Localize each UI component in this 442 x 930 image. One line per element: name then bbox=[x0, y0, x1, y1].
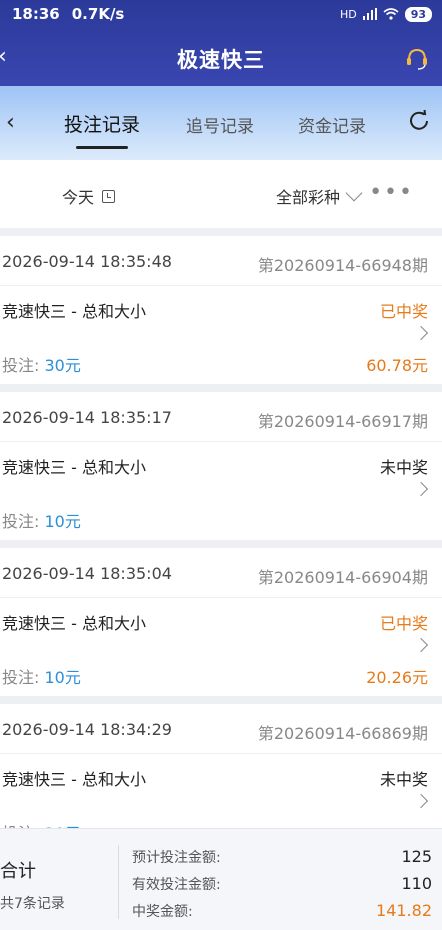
bet-record-header: 2026-09-14 18:35:48 第20260914-66948期 bbox=[0, 236, 442, 286]
bet-amount-label: 投注: bbox=[2, 356, 40, 375]
bet-record-header: 2026-09-14 18:35:04 第20260914-66904期 bbox=[0, 548, 442, 598]
summary-effective-row: 有效投注金额: 110 bbox=[132, 874, 432, 894]
effective-label: 有效投注金额: bbox=[132, 877, 221, 893]
bet-time: 2026-09-14 18:35:17 bbox=[2, 408, 172, 427]
bet-period: 第20260914-66917期 bbox=[257, 412, 428, 431]
summary-footer: 合计 共7条记录 预计投注金额: 125 有效投注金额: 110 中奖金额: 1… bbox=[0, 828, 442, 930]
bet-amount-line: 投注: 10元 bbox=[2, 664, 81, 688]
bet-amount-line: 投注: 10元 bbox=[2, 508, 81, 532]
refresh-icon[interactable] bbox=[406, 108, 432, 134]
bet-record[interactable]: 2026-09-14 18:35:48 第20260914-66948期 竞速快… bbox=[0, 236, 442, 384]
bet-record-header: 2026-09-14 18:34:29 第20260914-66869期 bbox=[0, 704, 442, 754]
bet-game-name: 竞速快三 - 总和大小 bbox=[2, 458, 146, 477]
filter-bar: 今天 全部彩种 ••• bbox=[0, 160, 442, 228]
chevron-right-icon bbox=[413, 793, 429, 809]
expected-value: 125 bbox=[401, 847, 432, 866]
signal-bars-icon bbox=[362, 8, 377, 20]
bet-status: 已中奖 bbox=[379, 614, 428, 633]
bet-game-name: 竞速快三 - 总和大小 bbox=[2, 770, 146, 789]
bet-amount-label: 投注: bbox=[2, 512, 40, 531]
bet-game-name: 竞速快三 - 总和大小 bbox=[2, 302, 146, 321]
bet-amount: 30元 bbox=[44, 356, 81, 375]
bet-prize: 60.78元 bbox=[366, 356, 428, 375]
bet-status: 已中奖 bbox=[379, 302, 428, 321]
active-tab-indicator bbox=[76, 146, 128, 149]
lottery-filter-label: 全部彩种 bbox=[276, 188, 341, 207]
summary-title: 合计 bbox=[0, 861, 36, 882]
summary-count: 共7条记录 bbox=[0, 896, 65, 912]
bet-status: 未中奖 bbox=[379, 458, 428, 477]
prize-label: 中奖金额: bbox=[132, 904, 193, 920]
bet-amount-line: 投注: 30元 bbox=[2, 352, 81, 376]
wifi-icon bbox=[383, 8, 399, 20]
bet-period: 第20260914-66948期 bbox=[257, 256, 428, 275]
bet-status: 未中奖 bbox=[379, 770, 428, 789]
tab-bet-records[interactable]: 投注记录 bbox=[64, 110, 140, 137]
more-icon[interactable]: ••• bbox=[369, 180, 414, 205]
status-bar: 18:36 0.7K/s HD 93 bbox=[12, 4, 432, 24]
record-tabs: ‹ 投注记录 追号记录 资金记录 bbox=[0, 86, 442, 160]
summary-divider bbox=[118, 845, 119, 919]
chevron-down-icon bbox=[345, 184, 363, 202]
status-time: 18:36 bbox=[12, 5, 60, 23]
bet-prize: 20.26元 bbox=[366, 668, 428, 687]
bet-period: 第20260914-66904期 bbox=[257, 568, 428, 587]
bet-time: 2026-09-14 18:34:29 bbox=[2, 720, 172, 739]
tab-fund-records[interactable]: 资金记录 bbox=[298, 112, 366, 137]
chevron-right-icon bbox=[413, 481, 429, 497]
bet-time: 2026-09-14 18:35:48 bbox=[2, 252, 172, 271]
bet-record[interactable]: 2026-09-14 18:35:17 第20260914-66917期 竞速快… bbox=[0, 392, 442, 540]
lottery-filter[interactable]: 全部彩种 bbox=[276, 184, 363, 208]
top-header: 18:36 0.7K/s HD 93 ‹ 极速快三 bbox=[0, 0, 442, 86]
tab-chase-records[interactable]: 追号记录 bbox=[186, 112, 254, 137]
bet-amount: 10元 bbox=[44, 668, 81, 687]
date-filter[interactable]: 今天 bbox=[62, 184, 116, 208]
battery-icon: 93 bbox=[404, 6, 432, 22]
bet-time: 2026-09-14 18:35:04 bbox=[2, 564, 172, 583]
bet-record-header: 2026-09-14 18:35:17 第20260914-66917期 bbox=[0, 392, 442, 442]
page-title: 极速快三 bbox=[177, 48, 265, 72]
bet-record[interactable]: 2026-09-14 18:35:04 第20260914-66904期 竞速快… bbox=[0, 548, 442, 696]
bet-game-name: 竞速快三 - 总和大小 bbox=[2, 614, 146, 633]
bet-period: 第20260914-66869期 bbox=[257, 724, 428, 743]
effective-value: 110 bbox=[401, 874, 432, 893]
chevron-right-icon bbox=[413, 325, 429, 341]
chevron-right-icon bbox=[413, 637, 429, 653]
customer-service-icon[interactable] bbox=[404, 46, 430, 72]
summary-prize-row: 中奖金额: 141.82 bbox=[132, 901, 432, 921]
clock-icon bbox=[102, 189, 116, 203]
summary-expected-row: 预计投注金额: 125 bbox=[132, 847, 432, 867]
date-filter-label: 今天 bbox=[62, 188, 95, 207]
prize-value: 141.82 bbox=[376, 901, 432, 920]
chevron-left-icon[interactable]: ‹ bbox=[6, 110, 15, 135]
status-speed: 0.7K/s bbox=[71, 5, 125, 23]
bet-amount: 10元 bbox=[44, 512, 81, 531]
expected-label: 预计投注金额: bbox=[132, 850, 221, 866]
bet-amount-label: 投注: bbox=[2, 668, 40, 687]
signal-icon: HD bbox=[339, 7, 357, 21]
bet-list: 2026-09-14 18:35:48 第20260914-66948期 竞速快… bbox=[0, 236, 442, 860]
